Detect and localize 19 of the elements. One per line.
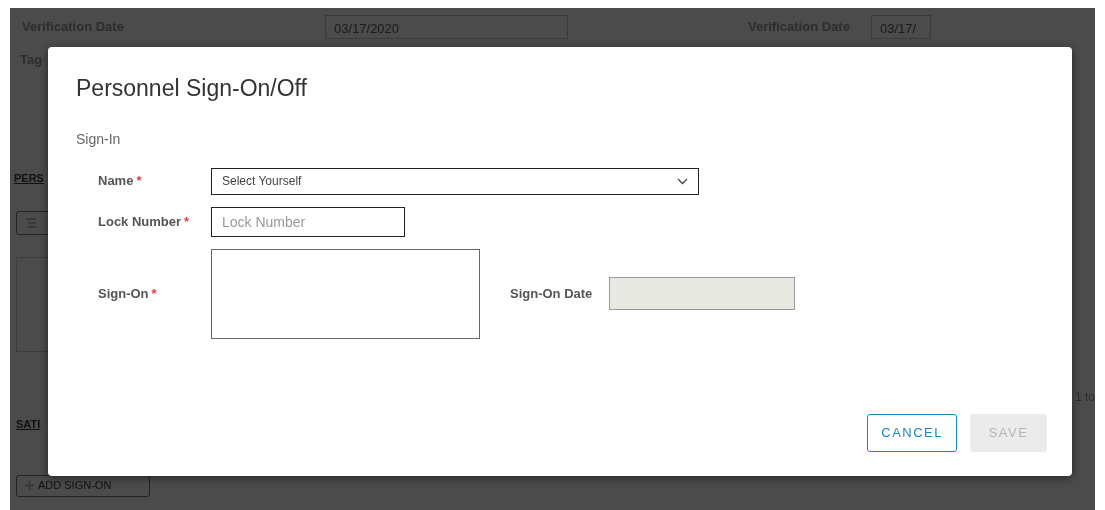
section-heading[interactable]: SATI <box>16 415 41 432</box>
field-label: Sign-On Date <box>510 284 593 303</box>
required-mark: * <box>151 285 157 301</box>
dialog-title: Personnel Sign-On/Off <box>76 75 308 103</box>
text-input[interactable]: Lock Number <box>211 206 405 237</box>
cancel-button[interactable]: CANCEL <box>867 414 957 452</box>
field-label: Lock Number <box>98 213 182 229</box>
chevron-down-icon <box>677 177 688 185</box>
section-label: Sign-In <box>76 129 122 149</box>
field-label: Sign-On <box>98 285 149 301</box>
field-label: Name <box>98 173 134 189</box>
required-mark: * <box>136 173 142 189</box>
select-value: Select Yourself <box>222 173 302 191</box>
name-select[interactable]: Select Yourself <box>211 167 699 195</box>
button-label: ADD SIGN-ON <box>38 478 112 494</box>
section-heading[interactable]: PERS <box>14 169 44 186</box>
plus-icon <box>25 481 34 490</box>
text-area[interactable] <box>211 248 480 339</box>
required-mark: * <box>184 213 190 229</box>
